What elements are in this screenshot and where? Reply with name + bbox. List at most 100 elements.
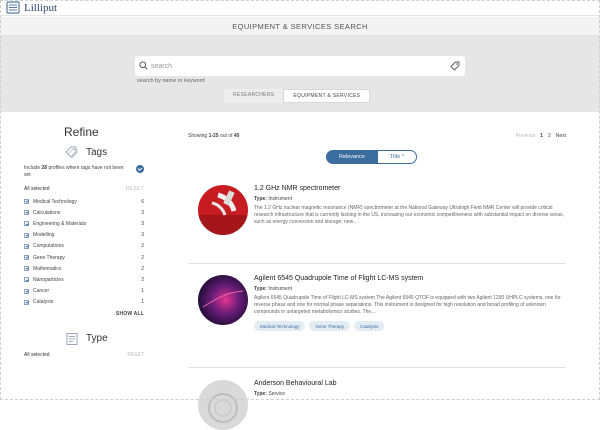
result-title[interactable]: Agilent 6545 Quadrupole Time of Flight L…: [254, 275, 564, 282]
result-tags: Medical Technology Gene Therapy Catalysi…: [254, 321, 564, 331]
tag-chip[interactable]: Catalysis: [354, 321, 385, 331]
type-value: Instrument: [268, 196, 292, 202]
page-title: EQUIPMENT & SERVICES SEARCH: [0, 17, 600, 36]
tags-title: Tags: [86, 146, 108, 158]
result-divider: [188, 263, 566, 264]
tag-item[interactable]: Mathematics 2: [24, 263, 144, 274]
refine-heading: Refine: [64, 125, 99, 139]
top-bar: Lilliput: [0, 0, 600, 16]
tag-chip[interactable]: Medical Technology: [254, 321, 306, 331]
tag-count: 6: [141, 198, 144, 205]
showing-range: 1-25: [208, 133, 219, 139]
tag-label: Engineering & Materials: [33, 220, 87, 227]
result-type: Type: Service: [254, 391, 564, 397]
type-value: Service: [268, 391, 286, 397]
tag-item[interactable]: Computations 2: [24, 241, 144, 252]
search-hint: search by name or keyword: [137, 78, 205, 84]
tag-count: 2: [141, 265, 144, 272]
checkbox[interactable]: [24, 299, 29, 305]
result-title[interactable]: Anderson Behavioural Lab: [254, 380, 564, 387]
checkbox[interactable]: [24, 232, 29, 238]
search-icon: [139, 61, 148, 70]
include-text: Include 28 profiles where tags have not …: [24, 165, 124, 178]
type-all-row: All selected RESET: [24, 352, 144, 358]
result-thumbnail[interactable]: [198, 380, 248, 430]
tag-count: 1: [141, 299, 144, 306]
type-title: Type: [86, 333, 108, 345]
type-label: Type:: [254, 391, 267, 397]
result-info: Anderson Behavioural Lab Type: Service: [254, 380, 564, 397]
search-box: [135, 56, 465, 76]
tag-label: Mathematics: [33, 265, 62, 272]
search-input[interactable]: [151, 56, 441, 76]
type-icon: [66, 332, 78, 345]
result-info: 1.2 GHz NMR spectrometer Type: Instrumen…: [254, 185, 564, 226]
tag-item[interactable]: Cancer 1: [24, 286, 144, 297]
tab-researchers[interactable]: RESEARCHERS: [224, 89, 283, 103]
tab-equipment-services[interactable]: EQUIPMENT & SERVICES: [283, 89, 371, 103]
tag-chip[interactable]: Gene Therapy: [309, 321, 351, 331]
tag-list: Medical Technology 6 Calculations 3 Engine…: [24, 196, 144, 308]
app-logo[interactable]: Lilliput: [6, 1, 57, 14]
next-page-button[interactable]: Next: [556, 133, 566, 139]
show-all-button[interactable]: SHOW ALL: [24, 311, 144, 317]
tag-label: Calculations: [33, 209, 61, 216]
tag-label: Catalysis: [33, 299, 54, 306]
tag-count: 3: [141, 232, 144, 239]
results-count: Showing 1-25 out of 40: [188, 133, 239, 139]
tag-count: 1: [141, 288, 144, 295]
tags-reset-button[interactable]: RESET: [126, 186, 144, 192]
tag-label: Computations: [33, 243, 64, 250]
result-description: Agilent 6545 Quadrupole Time of Flight L…: [254, 295, 561, 315]
tag-item[interactable]: Medical Technology 6: [24, 196, 144, 207]
type-all-selected: All selected: [24, 351, 50, 358]
tag-icon[interactable]: [450, 61, 460, 71]
include-toggle[interactable]: [136, 165, 144, 173]
tag-label: Modelling: [33, 232, 55, 239]
result-thumbnail[interactable]: [198, 275, 248, 325]
checkbox[interactable]: [24, 255, 29, 261]
tag-label: Medical Technology: [33, 198, 77, 205]
page-2-button[interactable]: 2: [548, 133, 551, 139]
checkbox[interactable]: [24, 210, 29, 216]
include-prefix: Include: [24, 165, 42, 171]
sort-title-button[interactable]: Title ^: [378, 150, 418, 164]
result-type: Type: Instrument: [254, 286, 564, 292]
previous-page-button[interactable]: Previous: [516, 133, 535, 139]
checkbox[interactable]: [24, 277, 29, 283]
tag-count: 2: [141, 243, 144, 250]
search-tabs: RESEARCHERS EQUIPMENT & SERVICES: [224, 89, 371, 103]
include-untagged: Include 28 profiles where tags have not …: [24, 165, 144, 178]
pagination: Previous 1 2 Next: [516, 133, 566, 139]
checkbox[interactable]: [24, 288, 29, 294]
showing-total: 40: [233, 133, 240, 139]
tag-count: 3: [141, 209, 144, 216]
checkbox[interactable]: [24, 243, 29, 249]
checkbox[interactable]: [24, 221, 29, 227]
tag-item[interactable]: Calculations 3: [24, 207, 144, 218]
result-thumbnail[interactable]: [198, 185, 248, 235]
tag-label: Cancer: [33, 288, 50, 295]
tag-count: 2: [141, 254, 144, 261]
logo-icon: [6, 1, 20, 14]
tag-item[interactable]: Modelling 3: [24, 230, 144, 241]
checkbox[interactable]: [24, 199, 29, 205]
result-title[interactable]: 1.2 GHz NMR spectrometer: [254, 185, 564, 192]
result-description: The 1.2 GHz nuclear magnetic resonance (…: [254, 205, 564, 225]
result-type: Type: Instrument: [254, 196, 564, 202]
tag-item[interactable]: Engineering & Materials 3: [24, 218, 144, 229]
checkbox[interactable]: [24, 266, 29, 272]
sort-relevance-button[interactable]: Relevance: [326, 150, 378, 164]
showing-prefix: Showing: [188, 133, 209, 139]
tags-all-row: All selected RESET: [24, 186, 144, 192]
tag-item[interactable]: Nanoparticles 2: [24, 274, 144, 285]
tag-label: Nanoparticles: [33, 276, 64, 283]
result-info: Agilent 6545 Quadrupole Time of Flight L…: [254, 275, 564, 331]
tag-item[interactable]: Catalysis 1: [24, 297, 144, 308]
tag-item[interactable]: Gene Therapy 2: [24, 252, 144, 263]
type-reset-button[interactable]: RESET: [127, 352, 144, 358]
page-1-button[interactable]: 1: [540, 133, 543, 139]
type-label: Type:: [254, 196, 267, 202]
lab-image: [198, 380, 248, 430]
nmr-image: [198, 185, 248, 235]
